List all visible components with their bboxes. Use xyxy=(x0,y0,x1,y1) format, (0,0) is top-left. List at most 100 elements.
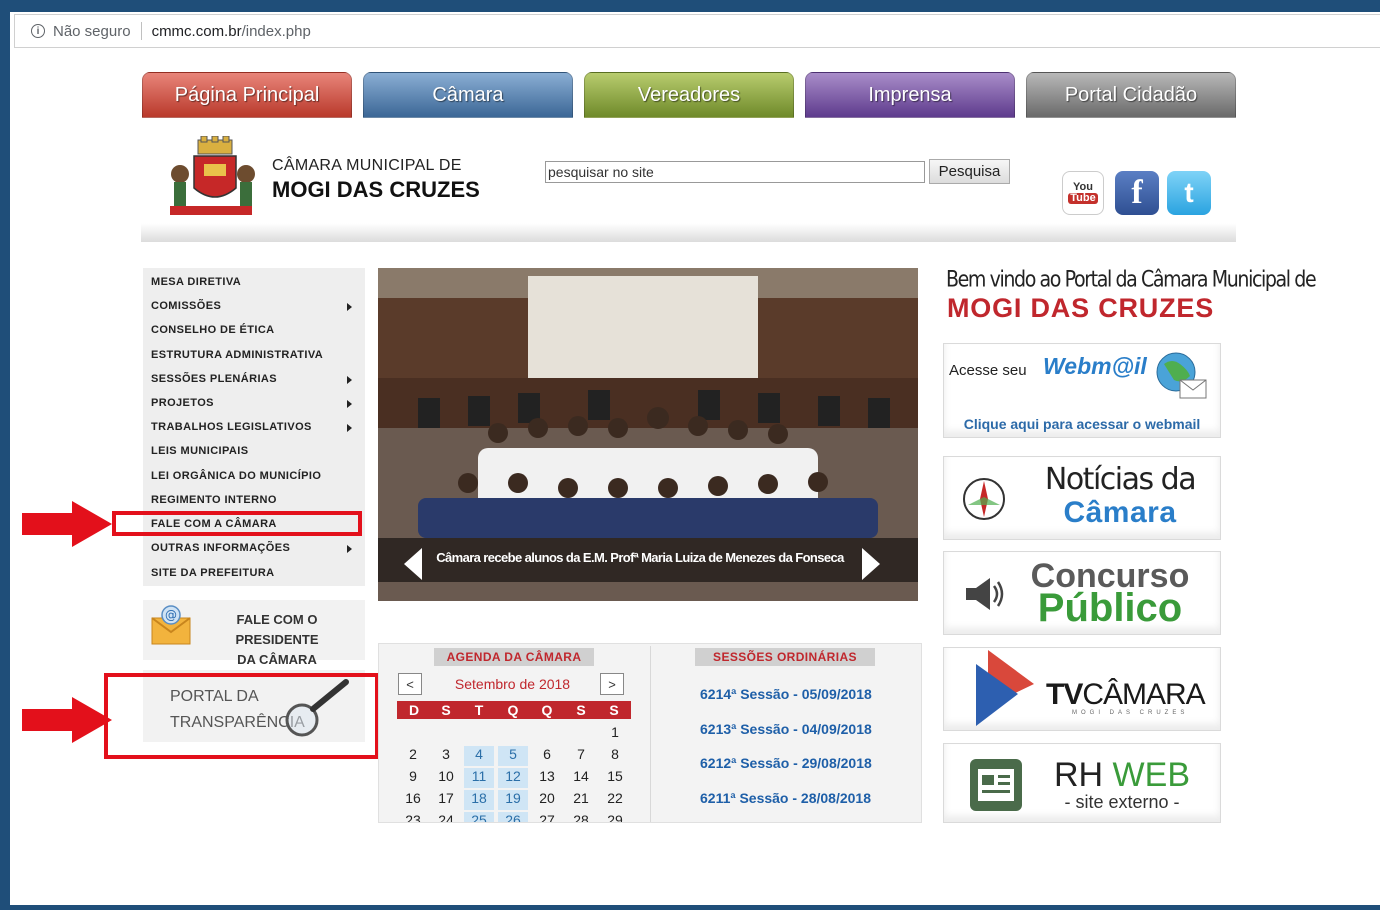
webmail-access-label: Acesse seu xyxy=(949,362,1027,379)
calendar-day[interactable]: 9 xyxy=(398,768,428,788)
calendar-prev-button[interactable]: < xyxy=(398,673,422,695)
menu-item-trabalhos[interactable]: TRABALHOS LEGISLATIVOS xyxy=(151,421,312,433)
city-crest-logo[interactable] xyxy=(160,136,262,218)
session-link[interactable]: 6213ª Sessão - 04/09/2018 xyxy=(700,721,872,737)
webmail-link[interactable]: Clique aqui para acessar o webmail xyxy=(944,416,1220,432)
menu-item-leis[interactable]: LEIS MUNICIPAIS xyxy=(151,445,248,457)
calendar-day[interactable]: 16 xyxy=(398,790,428,810)
org-name-line2: MOGI DAS CRUZES xyxy=(272,177,480,202)
calendar-day[interactable]: 12 xyxy=(498,768,528,788)
highlight-box-transparency xyxy=(104,673,379,759)
youtube-icon[interactable]: You Tube xyxy=(1062,171,1104,215)
weekday-label: S xyxy=(609,702,619,718)
address-bar[interactable]: i Não seguro cmmc.com.br /index.php xyxy=(14,14,1380,48)
session-link[interactable]: 6214ª Sessão - 05/09/2018 xyxy=(700,686,872,702)
calendar-day[interactable]: 2 xyxy=(398,746,428,766)
submenu-arrow-icon xyxy=(347,376,352,384)
agenda-title: AGENDA DA CÂMARA xyxy=(434,648,594,666)
address-separator xyxy=(140,22,142,40)
info-icon[interactable]: i xyxy=(31,24,45,38)
calendar-day[interactable]: 4 xyxy=(464,746,494,766)
menu-item-comissoes[interactable]: COMISSÕES xyxy=(151,300,221,312)
president-contact-label: FALE COM O PRESIDENTE DA CÂMARA xyxy=(197,610,357,670)
calendar-day[interactable]: 15 xyxy=(600,768,630,788)
contest-card-line2: Público xyxy=(1037,586,1183,630)
search-input[interactable]: pesquisar no site xyxy=(545,161,925,183)
calendar-day[interactable]: 25 xyxy=(464,812,494,822)
calendar-day[interactable]: 5 xyxy=(498,746,528,766)
calendar-day[interactable]: 10 xyxy=(431,768,461,788)
calendar-day[interactable]: 7 xyxy=(566,746,596,766)
url-path: /index.php xyxy=(241,22,311,40)
weekday-label: T xyxy=(474,702,484,718)
menu-item-estrutura[interactable]: ESTRUTURA ADMINISTRATIVA xyxy=(151,349,323,361)
menu-item-projetos[interactable]: PROJETOS xyxy=(151,397,214,409)
tab-camara[interactable]: Câmara xyxy=(363,72,573,118)
facebook-icon[interactable]: f xyxy=(1115,171,1159,215)
calendar-day[interactable]: 13 xyxy=(532,768,562,788)
calendar-day[interactable]: 1 xyxy=(600,724,630,744)
twitter-icon[interactable]: t xyxy=(1167,171,1211,215)
calendar-day[interactable]: 27 xyxy=(532,812,562,822)
weekday-label: Q xyxy=(507,702,519,718)
sessions-title: SESSÕES ORDINÁRIAS xyxy=(695,648,875,666)
tab-pagina-principal[interactable]: Página Principal xyxy=(142,72,352,118)
rh-web-title: RH WEB xyxy=(1052,756,1192,795)
tab-imprensa[interactable]: Imprensa xyxy=(805,72,1015,118)
tv-camara-logo-rest: CÂMARA xyxy=(1082,678,1205,711)
menu-item-sessoes-plenarias[interactable]: SESSÕES PLENÁRIAS xyxy=(151,373,277,385)
tab-vereadores[interactable]: Vereadores xyxy=(584,72,794,118)
tv-play-logo-icon xyxy=(976,650,1034,726)
calendar-day[interactable]: 28 xyxy=(566,812,596,822)
news-card-line1: Notícias da xyxy=(1044,462,1197,497)
calendar-day[interactable]: 21 xyxy=(566,790,596,810)
calendar-next-button[interactable]: > xyxy=(600,673,624,695)
calendar-day[interactable]: 18 xyxy=(464,790,494,810)
slideshow-prev-icon[interactable] xyxy=(404,548,422,580)
calendar-month: Setembro de 2018 xyxy=(454,676,571,692)
menu-item-mesa-diretiva[interactable]: MESA DIRETIVA xyxy=(151,276,241,288)
calendar-day[interactable]: 8 xyxy=(600,746,630,766)
menu-item-conselho-etica[interactable]: CONSELHO DE ÉTICA xyxy=(151,324,275,336)
tv-camara-logo-bold: TV xyxy=(1046,678,1083,711)
highlight-box-fale-com-camara xyxy=(112,511,362,536)
calendar-day[interactable]: 17 xyxy=(431,790,461,810)
menu-item-outras-informacoes[interactable]: OUTRAS INFORMAÇÕES xyxy=(151,542,290,554)
weekday-label: S xyxy=(576,702,586,718)
calendar-day[interactable]: 14 xyxy=(566,768,596,788)
president-line2: DA CÂMARA xyxy=(237,652,317,667)
calendar-day[interactable]: 24 xyxy=(431,812,461,822)
search-button[interactable]: Pesquisa xyxy=(929,159,1010,184)
menu-item-regimento[interactable]: REGIMENTO INTERNO xyxy=(151,494,277,506)
calendar-day[interactable]: 23 xyxy=(398,812,428,822)
menu-item-site-prefeitura[interactable]: SITE DA PREFEITURA xyxy=(151,567,275,579)
submenu-arrow-icon xyxy=(347,545,352,553)
calendar-day[interactable]: 20 xyxy=(532,790,562,810)
calendar-day[interactable]: 3 xyxy=(431,746,461,766)
calendar-day[interactable]: 22 xyxy=(600,790,630,810)
window-border xyxy=(10,905,1380,910)
calendar-day[interactable]: 11 xyxy=(464,768,494,788)
tab-portal-cidadao[interactable]: Portal Cidadão xyxy=(1026,72,1236,118)
weekday-label: S xyxy=(441,702,451,718)
calendar-day[interactable]: 19 xyxy=(498,790,528,810)
weekday-label: Q xyxy=(541,702,553,718)
url-host: cmmc.com.br xyxy=(151,22,242,40)
submenu-arrow-icon xyxy=(347,400,352,408)
calendar-day[interactable]: 26 xyxy=(498,812,528,822)
rh-web-subtitle: - site externo - xyxy=(1064,792,1180,812)
welcome-text: Bem vindo ao Portal da Câmara Municipal … xyxy=(946,267,1317,293)
menu-item-lei-organica[interactable]: LEI ORGÂNICA DO MUNICÍPIO xyxy=(151,470,321,482)
slideshow-caption[interactable]: Câmara recebe alunos da E.M. Profª Maria… xyxy=(420,550,860,565)
submenu-arrow-icon xyxy=(347,303,352,311)
agenda-divider xyxy=(650,646,651,822)
envelope-icon: @ xyxy=(151,605,191,645)
document-icon xyxy=(970,759,1022,811)
pointer-arrow-icon xyxy=(22,501,112,547)
slideshow-next-icon[interactable] xyxy=(862,548,880,580)
pointer-arrow-icon xyxy=(22,697,112,743)
session-link[interactable]: 6212ª Sessão - 29/08/2018 xyxy=(700,755,872,771)
session-link[interactable]: 6211ª Sessão - 28/08/2018 xyxy=(700,790,871,806)
calendar-day[interactable]: 6 xyxy=(532,746,562,766)
calendar-day[interactable]: 29 xyxy=(600,812,630,822)
